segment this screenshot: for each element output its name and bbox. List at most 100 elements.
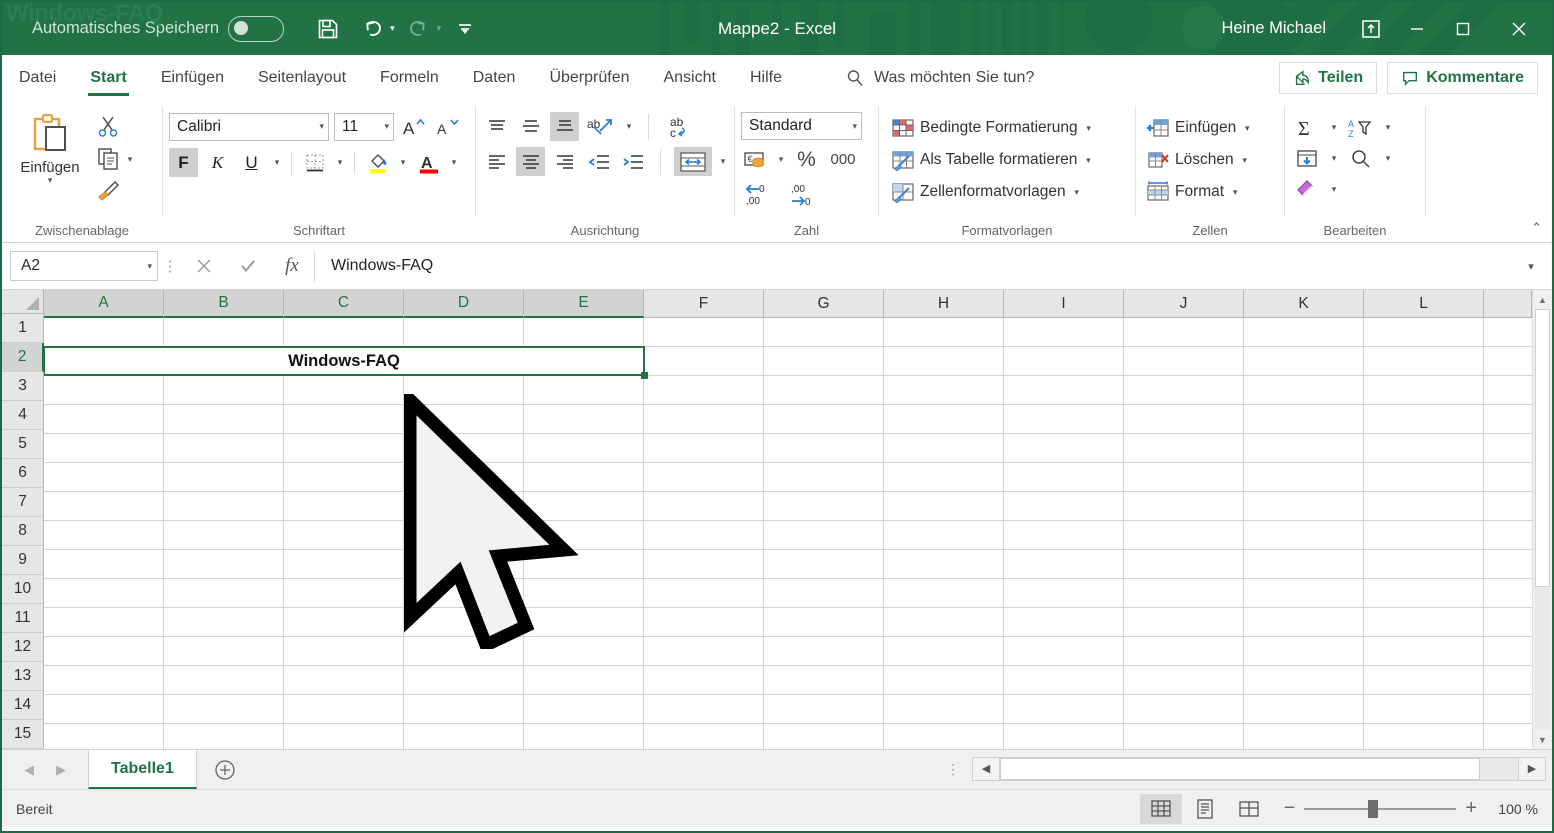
collapse-ribbon-icon[interactable]: ⌃ xyxy=(1531,220,1542,236)
zoom-in-icon[interactable]: + xyxy=(1465,797,1477,820)
column-header-f[interactable]: F xyxy=(644,290,764,318)
zoom-slider-thumb[interactable] xyxy=(1368,799,1379,818)
chevron-down-icon[interactable]: ▾ xyxy=(147,261,152,272)
fill-handle[interactable] xyxy=(641,372,648,379)
font-color-button[interactable]: A xyxy=(414,148,443,177)
tab-einfuegen[interactable]: Einfügen xyxy=(144,55,241,100)
italic-button[interactable]: K xyxy=(203,148,232,177)
column-header-c[interactable]: C xyxy=(284,290,404,318)
chevron-down-icon[interactable]: ▾ xyxy=(311,121,324,132)
merge-center-button[interactable] xyxy=(674,147,712,176)
horizontal-scroll-track[interactable] xyxy=(1000,756,1518,781)
column-header-j[interactable]: J xyxy=(1124,290,1244,318)
add-sheet-icon[interactable] xyxy=(197,750,253,789)
font-name-combo[interactable]: Calibri ▾ xyxy=(169,112,329,141)
tab-hilfe[interactable]: Hilfe xyxy=(733,55,799,100)
align-top-button[interactable] xyxy=(482,112,511,141)
cancel-entry-icon[interactable] xyxy=(182,251,226,282)
clear-button[interactable] xyxy=(1291,175,1323,204)
save-icon[interactable] xyxy=(308,12,348,46)
fill-dropdown-icon[interactable]: ▾ xyxy=(1328,153,1340,164)
underline-button[interactable]: U xyxy=(237,148,266,177)
font-color-dropdown-icon[interactable]: ▾ xyxy=(448,157,460,168)
maximize-icon[interactable] xyxy=(1440,2,1486,55)
delete-cells-dropdown-icon[interactable]: ▾ xyxy=(1239,155,1251,166)
tab-ueberpruefen[interactable]: Überprüfen xyxy=(532,55,646,100)
accounting-dropdown-icon[interactable]: ▾ xyxy=(775,154,787,165)
orientation-dropdown-icon[interactable]: ▾ xyxy=(623,121,635,132)
row-header-6[interactable]: 6 xyxy=(2,459,44,488)
name-box[interactable]: A2 ▾ xyxy=(10,251,158,281)
column-header-k[interactable]: K xyxy=(1244,290,1364,318)
sheet-bar-grip[interactable]: ⋮ xyxy=(934,750,972,789)
autosave-toggle[interactable] xyxy=(228,15,285,42)
increase-decimal-button[interactable]: 0 ,00 xyxy=(741,179,781,208)
column-header-l[interactable]: L xyxy=(1364,290,1484,318)
decrease-decimal-button[interactable]: ,00 0 xyxy=(786,179,826,208)
row-header-10[interactable]: 10 xyxy=(2,575,44,604)
tell-me-search[interactable]: Was möchten Sie tun? xyxy=(845,55,1034,100)
percent-style-button[interactable]: % xyxy=(792,145,821,174)
copy-dropdown-icon[interactable]: ▾ xyxy=(124,154,136,165)
borders-button[interactable] xyxy=(300,148,329,177)
orientation-button[interactable]: ab xyxy=(584,112,618,141)
decrease-font-size-button[interactable]: A xyxy=(433,112,462,141)
page-break-view-icon[interactable] xyxy=(1228,794,1270,824)
insert-cells-button[interactable]: Einfügen ▾ xyxy=(1144,113,1253,143)
scroll-down-icon[interactable]: ▼ xyxy=(1533,730,1552,749)
vertical-scrollbar[interactable]: ▲ ▼ xyxy=(1532,290,1552,749)
column-header-h[interactable]: H xyxy=(884,290,1004,318)
tab-start[interactable]: Start xyxy=(73,55,143,100)
tab-datei[interactable]: Datei xyxy=(2,55,73,100)
tab-formeln[interactable]: Formeln xyxy=(363,55,456,100)
sheet-tab-tabelle1[interactable]: Tabelle1 xyxy=(88,750,197,789)
align-center-button[interactable] xyxy=(516,147,545,176)
undo-icon[interactable] xyxy=(352,12,392,46)
undo-dropdown-icon[interactable]: ▾ xyxy=(390,23,395,34)
insert-function-icon[interactable]: fx xyxy=(270,251,314,282)
align-middle-button[interactable] xyxy=(516,112,545,141)
delete-cells-button[interactable]: Löschen ▾ xyxy=(1144,145,1251,175)
vertical-scroll-thumb[interactable] xyxy=(1535,309,1550,587)
autosum-button[interactable]: Σ xyxy=(1291,113,1323,142)
comments-button[interactable]: Kommentare xyxy=(1387,61,1538,94)
row-header-15[interactable]: 15 xyxy=(2,720,44,749)
page-layout-view-icon[interactable] xyxy=(1184,794,1226,824)
hscroll-left-icon[interactable]: ◀ xyxy=(972,756,1000,781)
column-header-a[interactable]: A xyxy=(44,290,164,318)
row-header-4[interactable]: 4 xyxy=(2,401,44,430)
zoom-slider[interactable] xyxy=(1304,799,1457,818)
font-size-combo[interactable]: 11 ▾ xyxy=(334,112,394,141)
conditional-formatting-dropdown-icon[interactable]: ▾ xyxy=(1083,123,1095,134)
row-header-3[interactable]: 3 xyxy=(2,372,44,401)
bold-button[interactable]: F xyxy=(169,148,198,177)
align-right-button[interactable] xyxy=(550,147,579,176)
align-left-button[interactable] xyxy=(482,147,511,176)
column-header-i[interactable]: I xyxy=(1004,290,1124,318)
hscroll-right-icon[interactable]: ▶ xyxy=(1518,756,1546,781)
scroll-up-icon[interactable]: ▲ xyxy=(1533,290,1552,309)
cell-area[interactable]: Windows-FAQ xyxy=(44,318,1532,749)
autosum-dropdown-icon[interactable]: ▾ xyxy=(1328,122,1340,133)
formula-input[interactable]: Windows-FAQ xyxy=(314,250,1518,282)
row-header-14[interactable]: 14 xyxy=(2,691,44,720)
sort-filter-dropdown-icon[interactable]: ▾ xyxy=(1382,122,1394,133)
format-painter-button[interactable] xyxy=(92,176,139,206)
share-button[interactable]: Teilen xyxy=(1279,61,1378,94)
underline-dropdown-icon[interactable]: ▾ xyxy=(271,157,283,168)
number-format-combo[interactable]: Standard ▾ xyxy=(741,112,862,140)
tab-seitenlayout[interactable]: Seitenlayout xyxy=(241,55,363,100)
borders-dropdown-icon[interactable]: ▾ xyxy=(334,157,346,168)
align-bottom-button[interactable] xyxy=(550,112,579,141)
fill-color-dropdown-icon[interactable]: ▾ xyxy=(397,157,409,168)
find-select-button[interactable] xyxy=(1345,144,1377,173)
row-header-1[interactable]: 1 xyxy=(2,314,44,343)
column-header-g[interactable]: G xyxy=(764,290,884,318)
decrease-indent-button[interactable] xyxy=(584,147,613,176)
paste-dropdown-icon[interactable]: ▾ xyxy=(48,175,53,186)
horizontal-scrollbar[interactable]: ◀ ▶ xyxy=(972,750,1552,789)
zoom-out-icon[interactable]: − xyxy=(1284,797,1296,820)
cell-styles-dropdown-icon[interactable]: ▾ xyxy=(1071,187,1083,198)
conditional-formatting-button[interactable]: Bedingte Formatierung ▾ xyxy=(889,113,1095,143)
ribbon-display-options-icon[interactable] xyxy=(1348,2,1394,55)
